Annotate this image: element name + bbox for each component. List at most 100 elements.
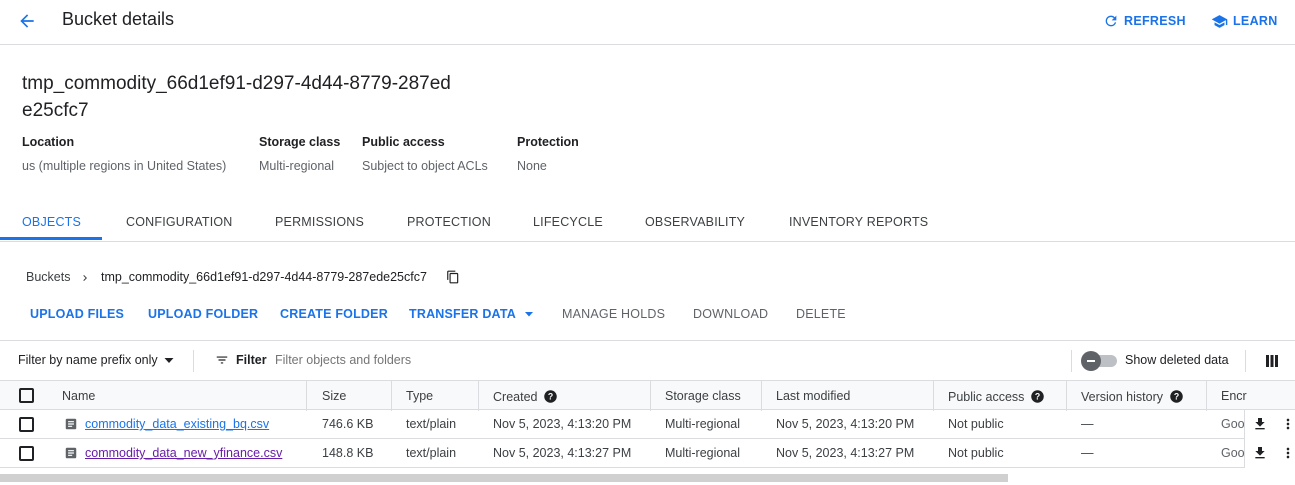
breadcrumb-current-bucket: tmp_commodity_66d1ef91-d297-4d44-8779-28… bbox=[101, 270, 427, 284]
copy-icon[interactable] bbox=[446, 269, 460, 285]
location-value: us (multiple regions in United States) bbox=[22, 159, 227, 173]
learn-label: LEARN bbox=[1233, 14, 1278, 28]
file-encryption: Goo bbox=[1221, 417, 1245, 431]
active-tab-indicator bbox=[0, 237, 102, 240]
file-public-access: Not public bbox=[948, 446, 1004, 460]
file-created: Nov 5, 2023, 4:13:27 PM bbox=[493, 446, 632, 460]
protection-value: None bbox=[517, 159, 547, 173]
delete-button[interactable]: DELETE bbox=[796, 307, 846, 321]
more-vert-icon[interactable] bbox=[1280, 416, 1295, 432]
col-header-version-history-label: Version history bbox=[1081, 389, 1163, 404]
chevron-right-icon bbox=[79, 271, 91, 285]
file-storage-class: Multi-regional bbox=[665, 446, 741, 460]
file-name-link[interactable]: commodity_data_new_yfinance.csv bbox=[85, 446, 282, 460]
breadcrumb-buckets-link[interactable]: Buckets bbox=[26, 270, 70, 284]
page-title: Bucket details bbox=[62, 9, 175, 29]
help-icon[interactable]: ? bbox=[1030, 389, 1045, 404]
columns-divider bbox=[1245, 350, 1246, 372]
top-app-bar: Bucket details REFRESH LEARN bbox=[0, 0, 1295, 45]
file-last-modified: Nov 5, 2023, 4:13:20 PM bbox=[776, 417, 915, 431]
file-version-history: — bbox=[1081, 417, 1094, 431]
col-header-last-modified[interactable]: Last modified bbox=[776, 389, 850, 403]
file-icon bbox=[64, 417, 78, 431]
filter-input[interactable] bbox=[275, 351, 675, 369]
back-arrow-icon[interactable] bbox=[14, 8, 40, 34]
public-access-label: Public access bbox=[362, 135, 445, 149]
tab-configuration[interactable]: CONFIGURATION bbox=[126, 203, 233, 242]
transfer-data-label: TRANSFER DATA bbox=[409, 307, 516, 321]
file-version-history: — bbox=[1081, 446, 1094, 460]
row-checkbox[interactable] bbox=[19, 417, 34, 432]
col-header-public-access-label: Public access bbox=[948, 389, 1025, 404]
refresh-button[interactable]: REFRESH bbox=[1103, 12, 1186, 30]
dropdown-caret-icon bbox=[164, 355, 174, 365]
filter-mode-select[interactable]: Filter by name prefix only bbox=[18, 353, 174, 367]
col-header-created-label: Created bbox=[493, 389, 538, 404]
tab-protection[interactable]: PROTECTION bbox=[407, 203, 491, 242]
file-created: Nov 5, 2023, 4:13:20 PM bbox=[493, 417, 632, 431]
download-icon[interactable] bbox=[1252, 445, 1268, 461]
download-button[interactable]: DOWNLOAD bbox=[693, 307, 768, 321]
file-public-access: Not public bbox=[948, 417, 1004, 431]
refresh-label: REFRESH bbox=[1124, 14, 1186, 28]
col-header-created[interactable]: Created ? bbox=[493, 389, 558, 404]
col-header-type[interactable]: Type bbox=[406, 389, 433, 403]
horizontal-scrollbar[interactable] bbox=[0, 474, 1008, 482]
select-all-checkbox[interactable] bbox=[19, 388, 34, 403]
table-row: commodity_data_new_yfinance.csv 148.8 KB… bbox=[0, 439, 1295, 468]
protection-label: Protection bbox=[517, 135, 579, 149]
location-label: Location bbox=[22, 135, 75, 149]
dropdown-caret-icon bbox=[524, 309, 534, 319]
file-last-modified: Nov 5, 2023, 4:13:27 PM bbox=[776, 446, 915, 460]
bucket-name-heading: tmp_commodity_66d1ef91-d297-4d44-8779-28… bbox=[22, 73, 451, 121]
upload-files-button[interactable]: UPLOAD FILES bbox=[30, 307, 124, 321]
create-folder-button[interactable]: CREATE FOLDER bbox=[280, 307, 388, 321]
file-encryption: Goo bbox=[1221, 446, 1245, 460]
row-actions bbox=[1244, 439, 1295, 468]
table-header: Name Size Type Created ? Storage class L… bbox=[0, 380, 1295, 411]
filter-button[interactable]: Filter bbox=[214, 353, 267, 367]
toggle-divider bbox=[1071, 350, 1072, 372]
col-header-version-history[interactable]: Version history ? bbox=[1081, 389, 1184, 404]
col-header-encryption[interactable]: Encr bbox=[1221, 389, 1247, 403]
file-storage-class: Multi-regional bbox=[665, 417, 741, 431]
col-header-storage-class[interactable]: Storage class bbox=[665, 389, 741, 403]
manage-holds-button[interactable]: MANAGE HOLDS bbox=[562, 307, 665, 321]
col-header-size[interactable]: Size bbox=[322, 389, 346, 403]
refresh-icon bbox=[1103, 13, 1119, 29]
help-icon[interactable]: ? bbox=[1169, 389, 1184, 404]
file-icon bbox=[64, 446, 78, 460]
filter-mode-label: Filter by name prefix only bbox=[18, 353, 158, 367]
upload-folder-button[interactable]: UPLOAD FOLDER bbox=[148, 307, 258, 321]
transfer-data-button[interactable]: TRANSFER DATA bbox=[409, 307, 534, 321]
column-display-icon[interactable] bbox=[1265, 354, 1279, 368]
filter-list-icon bbox=[214, 353, 230, 367]
filter-divider bbox=[193, 350, 194, 372]
filter-bar: Filter by name prefix only Filter Show d… bbox=[0, 340, 1295, 380]
school-icon bbox=[1211, 13, 1228, 30]
svg-text:?: ? bbox=[1035, 392, 1040, 402]
svg-text:?: ? bbox=[548, 392, 553, 402]
download-icon[interactable] bbox=[1252, 416, 1268, 432]
learn-button[interactable]: LEARN bbox=[1211, 12, 1278, 30]
tab-bar: OBJECTS CONFIGURATION PERMISSIONS PROTEC… bbox=[0, 203, 1295, 242]
filter-label: Filter bbox=[236, 353, 267, 367]
file-size: 746.6 KB bbox=[322, 417, 374, 431]
show-deleted-toggle[interactable] bbox=[1081, 350, 1119, 372]
public-access-value: Subject to object ACLs bbox=[362, 159, 488, 173]
tab-permissions[interactable]: PERMISSIONS bbox=[275, 203, 364, 242]
show-deleted-label: Show deleted data bbox=[1125, 353, 1229, 367]
file-type: text/plain bbox=[406, 446, 457, 460]
col-header-public-access[interactable]: Public access ? bbox=[948, 389, 1045, 404]
table-row: commodity_data_existing_bq.csv 746.6 KB … bbox=[0, 410, 1295, 439]
more-vert-icon[interactable] bbox=[1280, 445, 1295, 461]
storage-class-value: Multi-regional bbox=[259, 159, 335, 173]
storage-class-label: Storage class bbox=[259, 135, 341, 149]
help-icon[interactable]: ? bbox=[543, 389, 558, 404]
file-name-link[interactable]: commodity_data_existing_bq.csv bbox=[85, 417, 269, 431]
tab-observability[interactable]: OBSERVABILITY bbox=[645, 203, 745, 242]
col-header-name[interactable]: Name bbox=[62, 389, 95, 403]
row-checkbox[interactable] bbox=[19, 446, 34, 461]
tab-inventory-reports[interactable]: INVENTORY REPORTS bbox=[789, 203, 928, 242]
tab-lifecycle[interactable]: LIFECYCLE bbox=[533, 203, 603, 242]
